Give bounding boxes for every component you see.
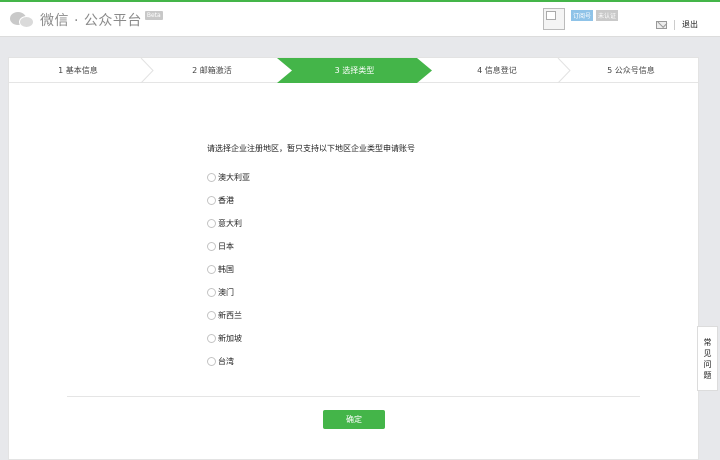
radio-button[interactable] (207, 242, 216, 251)
logo[interactable]: 微信 · 公众平台 Beta (10, 9, 163, 31)
region-option-australia[interactable]: 澳大利亚 (207, 172, 250, 183)
radio-button[interactable] (207, 334, 216, 343)
brand-title: 微信 · 公众平台 (40, 13, 142, 29)
account-status-badge: 未认证 (596, 10, 619, 21)
radio-button[interactable] (207, 219, 216, 228)
region-option-japan[interactable]: 日本 (207, 241, 234, 252)
radio-button[interactable] (207, 288, 216, 297)
confirm-button[interactable]: 确定 (323, 410, 385, 429)
radio-button[interactable] (207, 265, 216, 274)
region-option-newzealand[interactable]: 新西兰 (207, 310, 242, 321)
region-option-singapore[interactable]: 新加坡 (207, 333, 242, 344)
wechat-logo-icon (10, 10, 36, 30)
region-option-hongkong[interactable]: 香港 (207, 195, 234, 206)
top-bar: 微信 · 公众平台 Beta 订阅号 未认证 退出 (0, 0, 720, 37)
step-account-info: 5 公众号信息 (607, 66, 655, 75)
form-divider (67, 396, 640, 397)
mail-icon[interactable] (656, 21, 667, 29)
radio-button[interactable] (207, 173, 216, 182)
step-basic-info: 1 基本信息 (58, 66, 98, 75)
avatar[interactable] (543, 8, 565, 30)
header-divider (674, 20, 675, 30)
radio-button[interactable] (207, 357, 216, 366)
step-select-type: 3 选择类型 (277, 58, 432, 83)
faq-side-tab[interactable]: 常 见 问 题 (697, 326, 718, 391)
radio-button[interactable] (207, 196, 216, 205)
region-option-taiwan[interactable]: 台湾 (207, 356, 234, 367)
logout-link[interactable]: 退出 (682, 19, 698, 30)
region-option-italy[interactable]: 意大利 (207, 218, 242, 229)
step-info-registration: 4 信息登记 (477, 66, 517, 75)
account-name[interactable]: 订阅号 (571, 10, 594, 21)
step-email-activation: 2 邮箱激活 (192, 66, 232, 75)
radio-button[interactable] (207, 311, 216, 320)
region-option-korea[interactable]: 韩国 (207, 264, 234, 275)
region-option-macau[interactable]: 澳门 (207, 287, 234, 298)
main-panel: 1 基本信息 2 邮箱激活 3 选择类型 4 信息登记 5 公众号信息 请选择企… (8, 57, 699, 460)
beta-badge: Beta (144, 11, 163, 20)
step-progress: 1 基本信息 2 邮箱激活 3 选择类型 4 信息登记 5 公众号信息 (9, 58, 698, 83)
region-question: 请选择企业注册地区，暂只支持以下地区企业类型申请账号 (207, 144, 415, 153)
